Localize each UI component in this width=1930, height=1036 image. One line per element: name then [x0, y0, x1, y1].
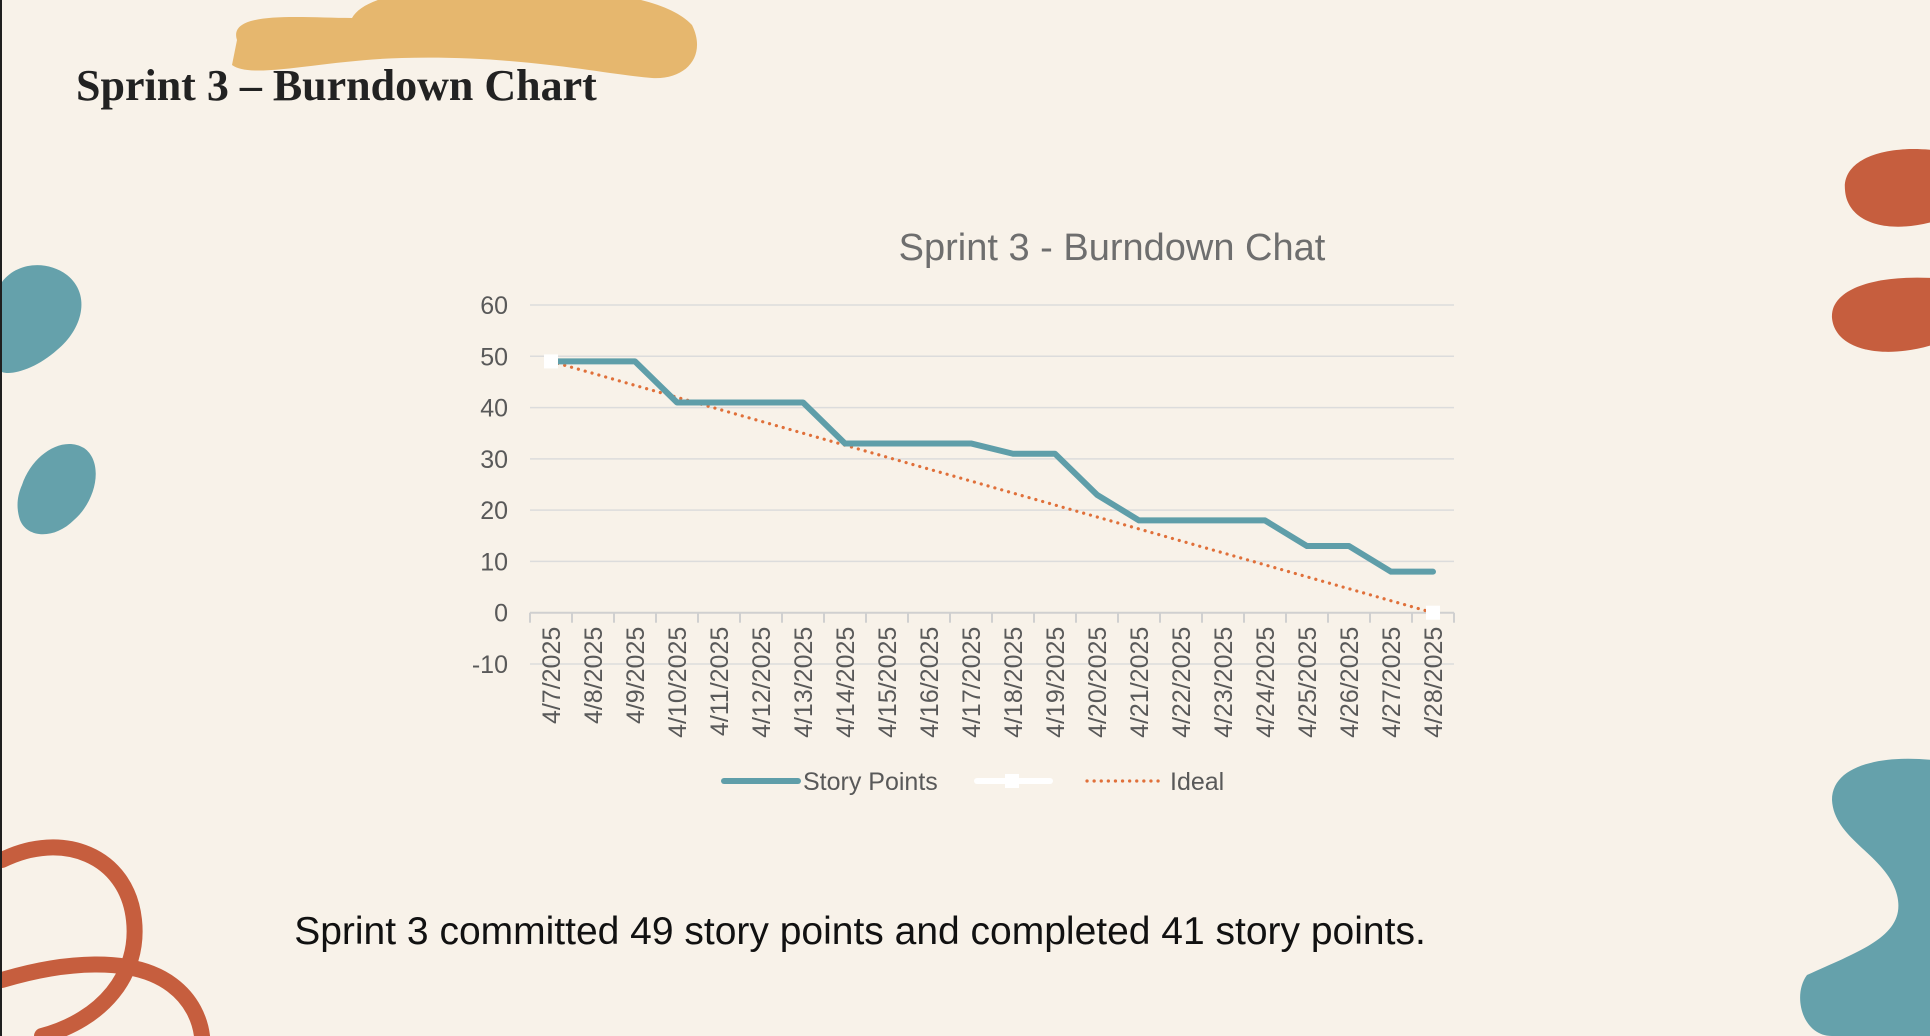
y-tick-label: -10: [472, 651, 508, 679]
y-axis-tick-labels: -10 0 10 20 30 40 50 60: [472, 292, 508, 679]
x-tick-label: 4/8/2025: [580, 627, 608, 724]
ideal-line: [549, 359, 1435, 615]
legend-marker-square: [1005, 774, 1019, 788]
x-axis: 4/7/2025 4/8/2025 4/9/2025 4/10/2025 4/11/20…: [529, 611, 1455, 738]
x-tick-label: 4/15/2025: [874, 627, 902, 738]
x-tick-label: 4/22/2025: [1168, 627, 1196, 738]
x-tick-label: 4/11/2025: [706, 627, 734, 736]
legend-ideal-label: Ideal: [1170, 768, 1224, 796]
x-tick-label: 4/20/2025: [1084, 627, 1112, 738]
y-tick-label: 0: [494, 600, 508, 628]
x-tick-label: 4/10/2025: [664, 627, 692, 738]
x-tick-label: 4/27/2025: [1378, 627, 1406, 738]
x-tick-label: 4/26/2025: [1336, 627, 1364, 738]
x-tick-label: 4/17/2025: [958, 627, 986, 738]
x-tick-label: 4/14/2025: [832, 627, 860, 738]
marker-point: [1426, 605, 1440, 620]
chart-title: Sprint 3 - Burndown Chat: [899, 227, 1326, 269]
chart-legend: Story Points Ideal: [721, 768, 1224, 796]
x-tick-label: 4/7/2025: [538, 627, 566, 724]
marker-point: [544, 354, 558, 369]
y-tick-label: 20: [480, 497, 508, 525]
x-tick-label: 4/9/2025: [622, 627, 650, 724]
series-lines: [544, 354, 1440, 620]
x-tick-label: 4/13/2025: [790, 627, 818, 738]
x-tick-label: 4/24/2025: [1252, 627, 1280, 738]
gridlines: [530, 304, 1454, 665]
summary-text: Sprint 3 committed 49 story points and c…: [294, 910, 1426, 953]
y-tick-label: 30: [480, 446, 508, 474]
legend-story-points-label: Story Points: [803, 768, 938, 796]
x-tick-label: 4/25/2025: [1294, 627, 1322, 738]
x-tick-label: 4/23/2025: [1210, 627, 1238, 738]
slide: Sprint 3 – Burndown Chart Sprint 3 - Bur…: [0, 0, 1930, 1036]
x-tick-label: 4/21/2025: [1126, 627, 1154, 738]
x-tick-label: 4/16/2025: [916, 627, 944, 738]
y-tick-label: 40: [480, 395, 508, 423]
y-tick-label: 60: [480, 292, 508, 320]
y-tick-label: 10: [480, 548, 508, 576]
burndown-chart: Sprint 3 - Burndown Chat -10 0 10 20 30 40 50 6…: [472, 227, 1455, 796]
x-tick-label: 4/12/2025: [748, 627, 776, 738]
y-tick-label: 50: [480, 343, 508, 371]
x-tick-label: 4/19/2025: [1042, 627, 1070, 738]
story-points-line: [548, 358, 1436, 575]
x-tick-label: 4/28/2025: [1420, 627, 1448, 738]
x-tick-label: 4/18/2025: [1000, 627, 1028, 738]
